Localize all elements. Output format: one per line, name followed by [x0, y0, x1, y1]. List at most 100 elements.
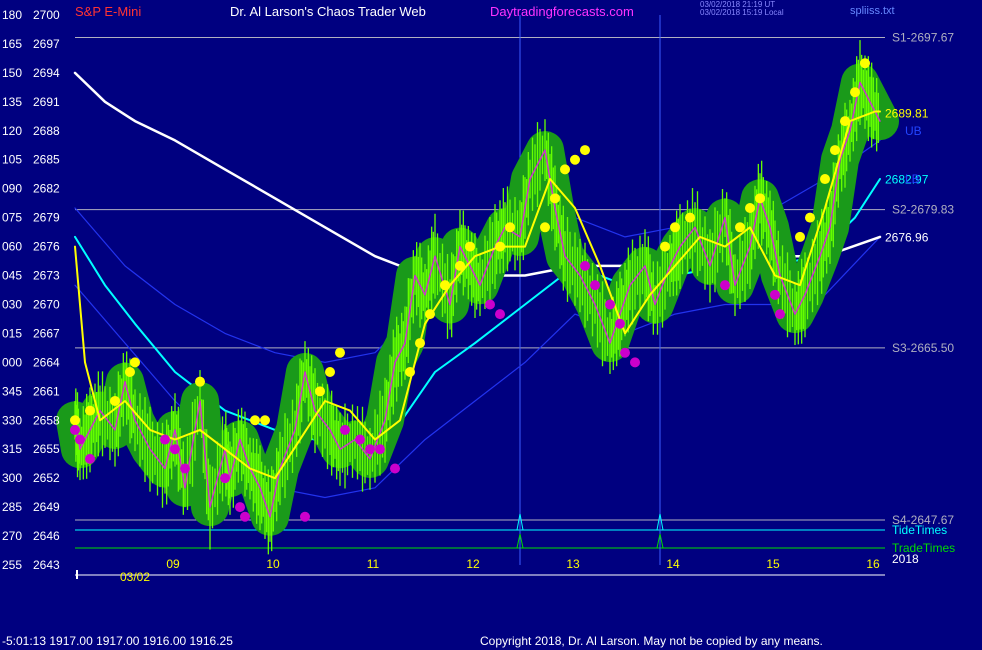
- level-label-S1: S1-2697.67: [892, 30, 954, 44]
- y-tick-left-15: 315: [2, 442, 22, 456]
- high-marker: [795, 231, 805, 242]
- high-marker: [195, 376, 205, 387]
- y-tick-left-3: 135: [2, 95, 22, 109]
- quote-line: -5:01:13 1917.00 1917.00 1916.00 1916.25: [2, 634, 233, 648]
- x-tick-label-7: 16: [866, 557, 880, 571]
- end-value-slow_avg: 2676.96: [885, 230, 929, 244]
- y-tick-label-5: 2685: [33, 153, 60, 167]
- low-marker: [240, 511, 250, 522]
- x-tick-label-5: 14: [666, 557, 680, 571]
- high-marker: [570, 154, 580, 165]
- low-marker: [485, 299, 495, 310]
- y-tick-left-19: 255: [2, 558, 22, 572]
- y-tick-left-4: 120: [2, 124, 22, 138]
- y-tick-left-18: 270: [2, 529, 22, 543]
- y-tick-label-12: 2664: [33, 355, 60, 369]
- high-marker: [260, 415, 270, 426]
- low-marker: [630, 357, 640, 368]
- y-tick-left-14: 330: [2, 413, 22, 427]
- y-tick-left-5: 105: [2, 153, 22, 167]
- y-tick-label-17: 2649: [33, 500, 60, 514]
- y-tick-label-10: 2670: [33, 297, 60, 311]
- y-tick-left-13: 345: [2, 384, 22, 398]
- high-marker: [425, 309, 435, 320]
- copyright-text: Copyright 2018, Dr. Al Larson. May not b…: [480, 634, 823, 648]
- high-marker: [840, 116, 850, 127]
- y-tick-left-12: 000: [2, 355, 22, 369]
- high-marker: [755, 193, 765, 204]
- y-tick-left-6: 090: [2, 182, 22, 196]
- y-tick-label-1: 2697: [33, 37, 60, 51]
- y-tick-label-2: 2694: [33, 66, 60, 80]
- y-tick-left-17: 285: [2, 500, 22, 514]
- y-tick-label-8: 2676: [33, 240, 60, 254]
- high-marker: [685, 212, 695, 223]
- high-marker: [735, 222, 745, 233]
- low-marker: [605, 299, 615, 310]
- low-marker: [355, 434, 365, 445]
- y-tick-left-16: 300: [2, 471, 22, 485]
- low-marker: [180, 463, 190, 474]
- high-marker: [405, 367, 415, 378]
- low-marker: [580, 260, 590, 271]
- high-marker: [85, 405, 95, 416]
- y-tick-label-7: 2679: [33, 211, 60, 225]
- high-marker: [130, 357, 140, 368]
- chart-title: Dr. Al Larson's Chaos Trader Web: [230, 4, 426, 19]
- low-marker: [235, 502, 245, 513]
- low-marker: [615, 318, 625, 329]
- high-marker: [125, 367, 135, 378]
- y-tick-label-6: 2682: [33, 182, 60, 196]
- y-tick-label-11: 2667: [33, 326, 60, 340]
- low-marker: [365, 444, 375, 455]
- y-tick-left-10: 030: [2, 297, 22, 311]
- y-tick-label-13: 2661: [33, 384, 60, 398]
- high-marker: [250, 415, 260, 426]
- lower-band-label: LB: [905, 172, 920, 186]
- x-date-label: 03/02: [120, 570, 150, 584]
- low-marker: [770, 289, 780, 300]
- x-tick-label-1: 10: [266, 557, 280, 571]
- chart-window: S1-2697.67 S2-2679.83 S3-2665.50 S4-2647.67…: [0, 0, 982, 650]
- low-marker: [375, 444, 385, 455]
- high-marker: [660, 241, 670, 252]
- high-marker: [505, 222, 515, 233]
- low-marker: [720, 280, 730, 291]
- high-marker: [850, 87, 860, 98]
- low-marker: [70, 424, 80, 435]
- high-marker: [335, 347, 345, 358]
- end-value-fast_avg: 2689.81: [885, 106, 929, 120]
- y-tick-label-0: 2700: [33, 8, 60, 22]
- high-marker: [805, 212, 815, 223]
- site-title: Daytradingforecasts.com: [490, 4, 634, 19]
- x-tick-label-4: 13: [566, 557, 580, 571]
- high-marker: [860, 58, 870, 69]
- y-tick-label-16: 2652: [33, 471, 60, 485]
- high-marker: [415, 338, 425, 349]
- low-marker: [300, 511, 310, 522]
- low-marker: [220, 473, 230, 484]
- x-tick-label-0: 09: [166, 557, 180, 571]
- x-tick-label-6: 15: [766, 557, 780, 571]
- y-tick-left-2: 150: [2, 66, 22, 80]
- high-marker: [580, 145, 590, 156]
- x-year-label: 2018: [892, 552, 919, 566]
- y-tick-label-15: 2655: [33, 442, 60, 456]
- high-marker: [830, 145, 840, 156]
- upper-band-label: UB: [905, 124, 922, 138]
- high-marker: [455, 260, 465, 271]
- high-marker: [560, 164, 570, 175]
- low-marker: [495, 309, 505, 320]
- low-marker: [170, 444, 180, 455]
- y-tick-label-18: 2646: [33, 529, 60, 543]
- low-marker: [160, 434, 170, 445]
- low-marker: [75, 434, 85, 445]
- y-tick-label-4: 2688: [33, 124, 60, 138]
- price-chart: S1-2697.67S2-2679.83S3-2665.50S4-2647.67…: [2, 0, 955, 648]
- low-marker: [590, 280, 600, 291]
- high-marker: [315, 386, 325, 397]
- high-marker: [745, 202, 755, 213]
- high-marker: [70, 415, 80, 426]
- timestamp-local: 03/02/2018 15:19 Local: [700, 8, 784, 17]
- high-marker: [540, 222, 550, 233]
